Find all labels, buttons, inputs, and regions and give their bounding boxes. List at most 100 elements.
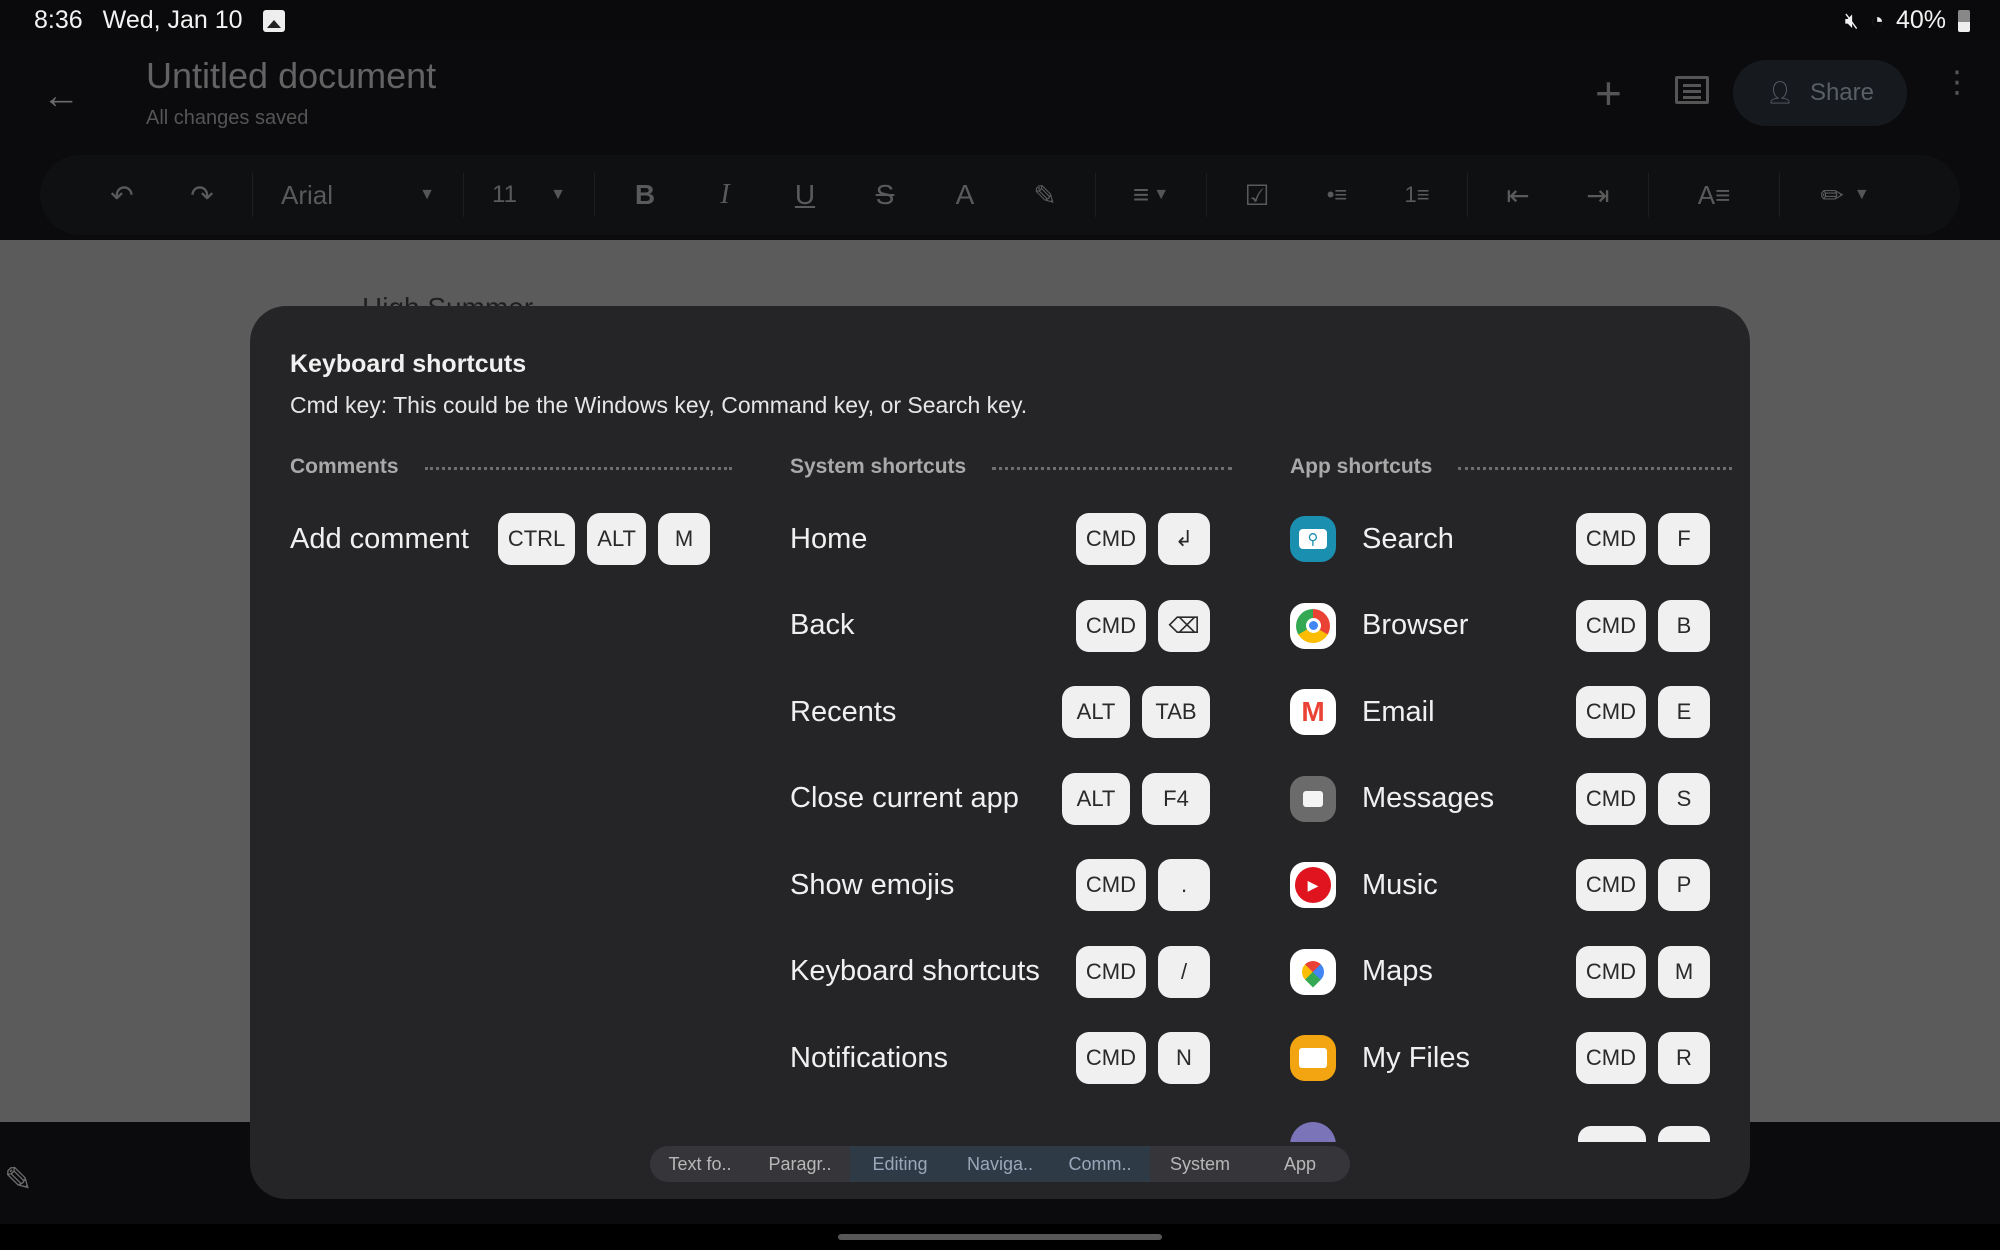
key-cap: CMD <box>1575 513 1646 566</box>
key-combo: CMD M <box>1575 945 1710 998</box>
key-combo: CMD F <box>1575 513 1710 566</box>
shortcut-label: Recents <box>790 695 897 728</box>
google-maps-icon <box>1290 948 1336 995</box>
category-tab[interactable]: Paragr.. <box>750 1146 850 1182</box>
column-heading: App shortcuts <box>1290 455 1433 478</box>
key-cap: M <box>1658 945 1710 998</box>
toolbar-divider <box>1779 173 1780 217</box>
key-cap-partial <box>1658 1125 1710 1142</box>
key-combo: CMD. <box>1075 859 1210 912</box>
toolbar-divider <box>1206 173 1207 217</box>
shortcut-row: Back CMD ⌫ <box>790 583 1210 670</box>
shortcut-category-tabs: Text fo.. Paragr.. Editing Naviga.. Comm.. Sy… <box>650 1146 1350 1182</box>
numbered-list-icon[interactable]: 1≡ <box>1377 155 1457 235</box>
status-date: Wed, Jan 10 <box>102 6 243 34</box>
share-button[interactable]: 👤︎ Share <box>1733 60 1907 126</box>
back-arrow-icon[interactable]: ← <box>42 75 80 118</box>
text-color-icon[interactable]: A <box>925 155 1005 235</box>
text-style-icon[interactable]: A≡ <box>1659 155 1769 235</box>
category-tab[interactable]: Editing <box>850 1146 950 1182</box>
dotted-divider <box>992 466 1232 470</box>
shortcut-row: ⚲ Search CMD F <box>1290 496 1710 583</box>
shortcut-label: Messages <box>1362 782 1495 815</box>
key-cap: CMD <box>1575 772 1646 825</box>
dialog-title: Keyboard shortcuts <box>290 350 527 378</box>
shortcut-label: Show emojis <box>790 868 955 901</box>
shortcut-row: Keyboard shortcuts CMD / <box>790 929 1210 1016</box>
key-combo: CMD / <box>1075 945 1210 998</box>
toolbar-divider <box>1648 173 1649 217</box>
key-cap: CMD <box>1075 1032 1146 1085</box>
toolbar-divider <box>463 173 464 217</box>
wifi-icon: ◔ <box>1870 7 1884 33</box>
highlight-icon[interactable]: ✎ <box>1005 155 1085 235</box>
comment-icon[interactable] <box>1675 76 1709 104</box>
key-cap: R <box>1658 1032 1710 1085</box>
more-options-icon[interactable]: ⋮ <box>1942 68 1972 98</box>
column-header: App shortcuts <box>1290 452 1732 482</box>
key-cap: CMD <box>1075 945 1146 998</box>
key-cap: M <box>658 513 710 566</box>
bulleted-list-icon[interactable]: •≡ <box>1297 155 1377 235</box>
key-combo: CMD B <box>1575 599 1710 652</box>
category-tab[interactable]: App <box>1250 1146 1350 1182</box>
column-header: Comments <box>290 452 732 482</box>
edit-mode-dropdown[interactable]: ✏ ▼ <box>1790 155 1900 235</box>
align-dropdown[interactable]: ≡ ▼ <box>1106 155 1196 235</box>
formatting-toolbar: ↶ ↷ Arial ▼ 11 ▼ B I U S A ✎ ≡ ▼ ☑ •≡ 1≡… <box>40 155 1960 235</box>
gallery-icon <box>262 9 285 32</box>
column-header: System shortcuts <box>790 452 1232 482</box>
add-icon[interactable]: + <box>1595 66 1622 120</box>
key-combo: ALT TAB <box>1062 686 1210 739</box>
key-cap: CMD <box>1575 599 1646 652</box>
messages-icon <box>1290 775 1336 822</box>
key-cap: N <box>1158 1032 1210 1085</box>
category-tab[interactable]: Naviga.. <box>950 1146 1050 1182</box>
chevron-down-icon: ▼ <box>1153 186 1170 203</box>
comments-column: Comments Add comment CTRL ALT M <box>290 452 732 583</box>
app-icon-partial <box>1290 1121 1336 1142</box>
increase-indent-icon[interactable]: ⇥ <box>1558 155 1638 235</box>
checklist-icon[interactable]: ☑ <box>1217 155 1297 235</box>
key-cap: B <box>1658 599 1710 652</box>
shortcut-label: Browser <box>1362 609 1469 642</box>
key-cap: S <box>1658 772 1710 825</box>
key-cap: CMD <box>1075 859 1146 912</box>
shortcut-row: ▶ Music CMD P <box>1290 842 1710 929</box>
gmail-icon: M <box>1290 689 1336 736</box>
toolbar-divider <box>252 173 253 217</box>
key-cap: CMD <box>1575 1032 1646 1085</box>
category-tab[interactable]: Comm.. <box>1050 1146 1150 1182</box>
app-shortcuts-column: App shortcuts ⚲ Search CMD F Browser CMD B M Ema… <box>1290 452 1732 1142</box>
redo-icon[interactable]: ↷ <box>162 155 242 235</box>
search-app-icon: ⚲ <box>1290 516 1336 563</box>
category-tab[interactable]: Text fo.. <box>650 1146 750 1182</box>
key-combo: CMD E <box>1575 686 1710 739</box>
font-size-dropdown[interactable]: 11 ▼ <box>474 155 584 235</box>
document-title[interactable]: Untitled document <box>146 55 436 97</box>
shortcut-row: Browser CMD B <box>1290 583 1710 670</box>
key-combo: CMD ⌫ <box>1075 599 1210 652</box>
youtube-music-icon: ▶ <box>1290 862 1336 909</box>
shortcut-row: Add comment CTRL ALT M <box>290 496 710 583</box>
key-cap-partial <box>1578 1125 1646 1142</box>
shortcut-label: Home <box>790 522 868 555</box>
edit-pencil-fab-icon[interactable]: ✎ <box>4 1160 33 1200</box>
bold-icon[interactable]: B <box>605 155 685 235</box>
gesture-nav-handle[interactable] <box>838 1234 1162 1240</box>
column-heading: Comments <box>290 455 399 478</box>
undo-icon[interactable]: ↶ <box>82 155 162 235</box>
key-cap: ↲ <box>1158 513 1210 566</box>
status-time: 8:36 <box>34 6 83 34</box>
shortcut-row: Recents ALT TAB <box>790 669 1210 756</box>
strikethrough-icon[interactable]: S <box>845 155 925 235</box>
key-cap: CMD <box>1575 859 1646 912</box>
italic-icon[interactable]: I <box>685 155 765 235</box>
key-combo: CMD R <box>1575 1032 1710 1085</box>
key-cap: E <box>1658 686 1710 739</box>
underline-icon[interactable]: U <box>765 155 845 235</box>
category-tab[interactable]: System <box>1150 1146 1250 1182</box>
shortcut-label: Keyboard shortcuts <box>790 955 1040 988</box>
decrease-indent-icon[interactable]: ⇤ <box>1478 155 1558 235</box>
font-family-dropdown[interactable]: Arial ▼ <box>263 155 453 235</box>
